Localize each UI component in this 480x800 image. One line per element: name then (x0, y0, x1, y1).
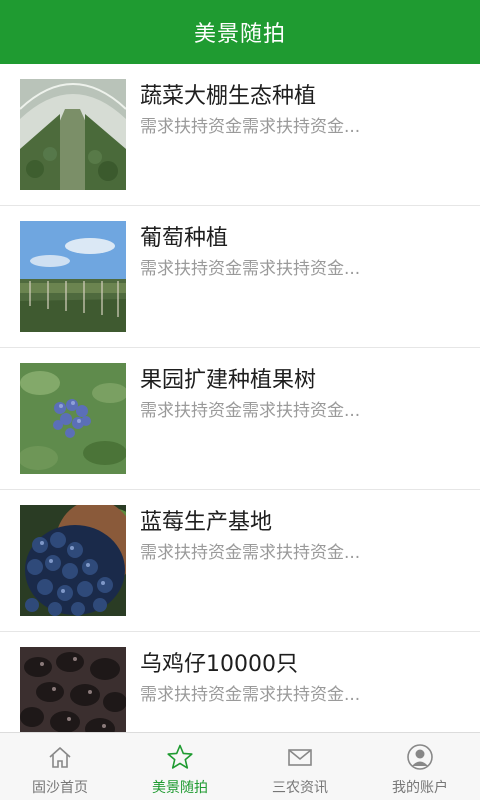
tab-label: 我的账户 (392, 780, 448, 796)
black-chickens-photo (20, 647, 126, 732)
tab-label: 固沙首页 (32, 780, 88, 796)
photo-list[interactable]: 蔬菜大棚生态种植 需求扶持资金需求扶持资金... 葡萄种植 需求扶持资金需求扶持… (0, 64, 480, 732)
item-title: 蔬菜大棚生态种植 (140, 84, 317, 109)
item-description: 需求扶持资金需求扶持资金... (140, 117, 361, 137)
tab-news[interactable]: 三农资讯 (240, 733, 360, 800)
page-title: 美景随拍 (193, 22, 286, 47)
item-description: 需求扶持资金需求扶持资金... (140, 401, 361, 421)
item-title: 乌鸡仔10000只 (140, 652, 298, 677)
item-description: 需求扶持资金需求扶持资金... (140, 259, 361, 279)
item-title: 果园扩建种植果树 (140, 368, 317, 393)
item-title: 葡萄种植 (140, 226, 229, 251)
app-screen: 美景随拍 蔬菜大棚生态种植 需求扶持资金需求扶持资金... 葡萄种植 需求扶持资… (0, 0, 480, 800)
item-description: 需求扶持资金需求扶持资金... (140, 543, 361, 563)
home-icon (46, 743, 74, 771)
bottom-tab-bar: 固沙首页 美景随拍 三农资讯 我的账户 (0, 732, 480, 800)
user-icon (406, 743, 434, 771)
vineyard-photo (20, 221, 126, 332)
mail-icon (286, 743, 314, 771)
item-title: 蓝莓生产基地 (140, 510, 273, 535)
greenhouse-photo (20, 79, 126, 190)
top-bar: 美景随拍 (0, 0, 480, 64)
list-item[interactable]: 葡萄种植 需求扶持资金需求扶持资金... (0, 206, 480, 348)
star-icon (166, 743, 194, 771)
list-item[interactable]: 乌鸡仔10000只 需求扶持资金需求扶持资金... (0, 632, 480, 732)
blueberry-bowl-photo (20, 505, 126, 616)
tab-home[interactable]: 固沙首页 (0, 733, 120, 800)
list-item[interactable]: 蓝莓生产基地 需求扶持资金需求扶持资金... (0, 490, 480, 632)
tab-scenery[interactable]: 美景随拍 (120, 733, 240, 800)
item-description: 需求扶持资金需求扶持资金... (140, 685, 361, 705)
tab-label: 美景随拍 (152, 780, 208, 796)
list-item[interactable]: 果园扩建种植果树 需求扶持资金需求扶持资金... (0, 348, 480, 490)
list-item[interactable]: 蔬菜大棚生态种植 需求扶持资金需求扶持资金... (0, 64, 480, 206)
tab-account[interactable]: 我的账户 (360, 733, 480, 800)
blueberry-bush-photo (20, 363, 126, 474)
tab-label: 三农资讯 (272, 780, 328, 796)
